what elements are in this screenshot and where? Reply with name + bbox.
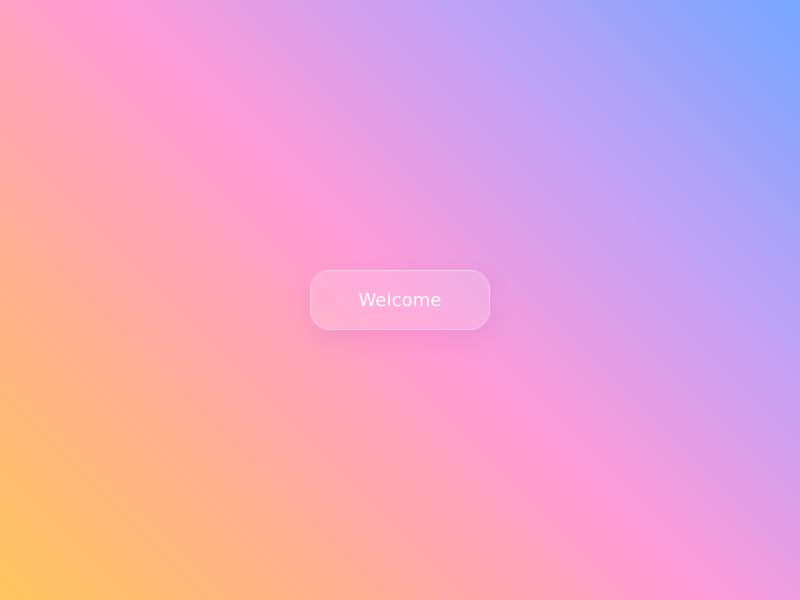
- welcome-button[interactable]: Welcome: [310, 270, 490, 330]
- center-container: Welcome: [310, 270, 490, 330]
